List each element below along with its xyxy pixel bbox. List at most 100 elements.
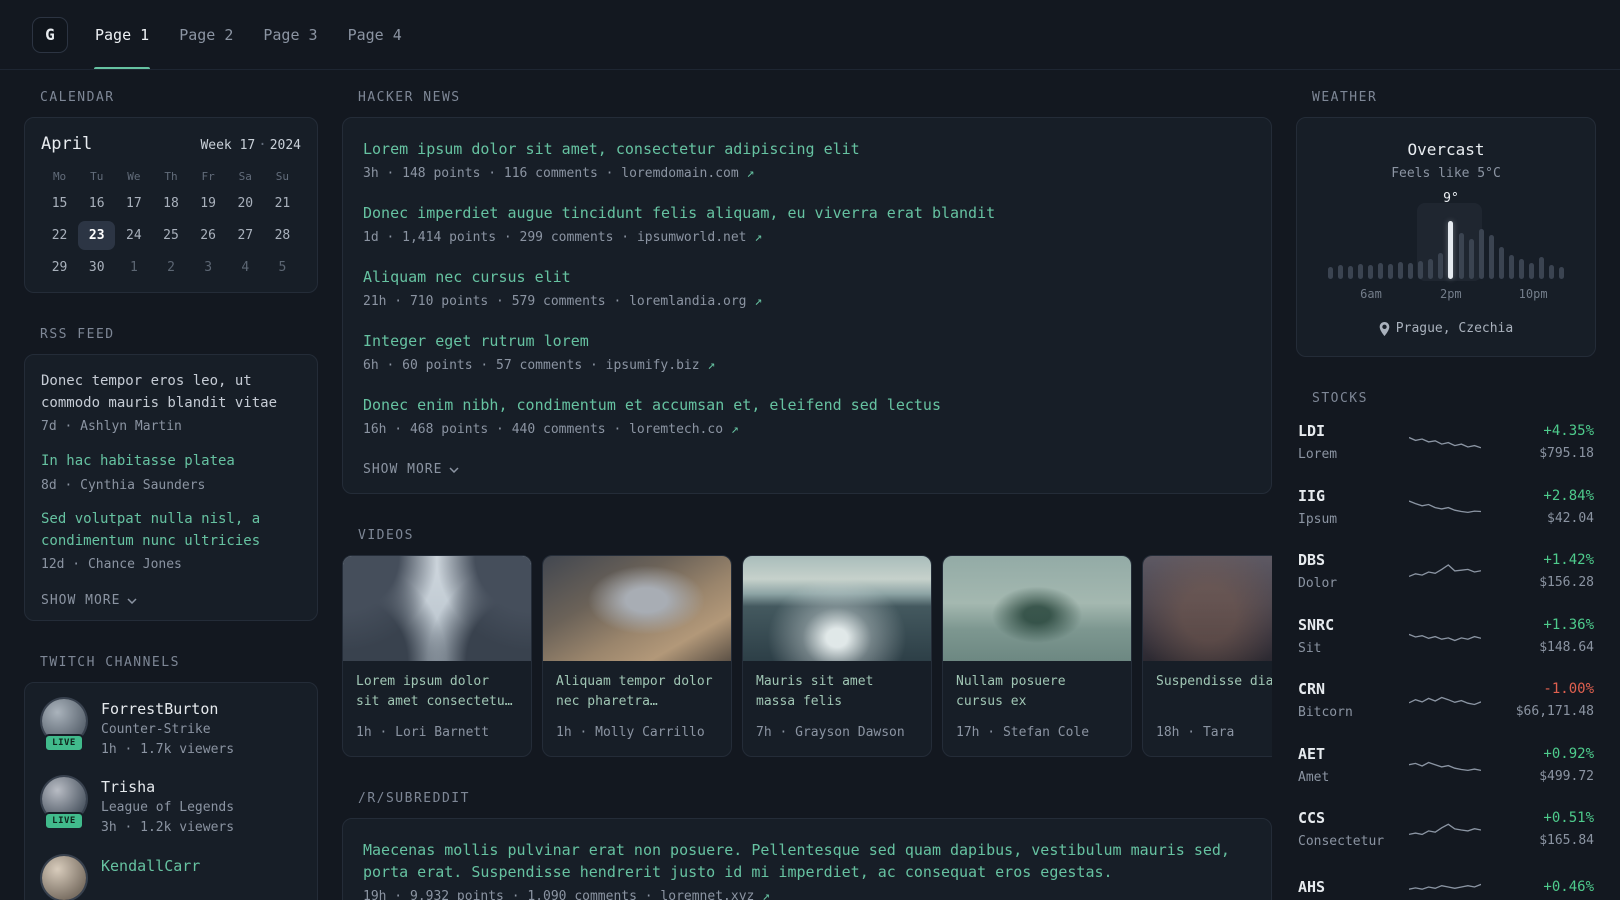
stock-sparkline bbox=[1392, 688, 1498, 714]
feed-post-meta-text: 19h · 9,932 points · 1,090 comments · bbox=[363, 888, 661, 900]
stock-symbol: CRN bbox=[1298, 680, 1326, 698]
video-meta: 1h · Molly Carrillo bbox=[556, 725, 705, 740]
stock-row[interactable]: SNRC Sit +1.36% $148.64 bbox=[1298, 616, 1594, 659]
video-title[interactable]: Lorem ipsum dolor sit amet consectetu… bbox=[356, 672, 518, 713]
twitch-channel-name[interactable]: KendallCarr bbox=[101, 857, 200, 875]
rss-card: Donec tempor eros leo, ut commodo mauris… bbox=[24, 354, 318, 621]
calendar-day: 28 bbox=[274, 228, 291, 243]
stock-row[interactable]: DBS Dolor +1.42% $156.28 bbox=[1298, 551, 1594, 594]
feed-post-domain[interactable]: loremtech.co ↗ bbox=[629, 422, 739, 437]
weather-bar bbox=[1396, 215, 1406, 279]
video-card[interactable]: Aliquam tempor dolor nec pharetra… 1h · M… bbox=[542, 555, 732, 757]
app-logo[interactable]: G bbox=[32, 16, 68, 53]
stock-change: +0.46% bbox=[1543, 878, 1594, 895]
video-card[interactable]: Lorem ipsum dolor sit amet consectetu… 1h… bbox=[342, 555, 532, 757]
weather-bar-fill bbox=[1388, 264, 1393, 279]
stock-change: +0.51% bbox=[1543, 810, 1594, 826]
subreddit-card: Maecenas mollis pulvinar erat non posuer… bbox=[342, 817, 1272, 900]
video-title[interactable]: Nullam posuere cursus ex bbox=[956, 672, 1118, 713]
stock-sparkline-chart bbox=[1409, 633, 1481, 641]
calendar-weekday: We bbox=[127, 170, 141, 183]
tab-page-3[interactable]: Page 3 bbox=[248, 0, 332, 69]
weather-bar bbox=[1486, 215, 1496, 279]
weather-bar-fill bbox=[1448, 221, 1454, 279]
calendar-header: April Week 17 · 2024 bbox=[41, 134, 301, 154]
calendar-weekday: Su bbox=[275, 170, 290, 183]
calendar-day: 22 bbox=[51, 228, 68, 243]
weather-bar-fill bbox=[1408, 263, 1414, 279]
page-content: CALENDAR April Week 17 · 2024 Mo Tu We Th Fr Sa… bbox=[0, 70, 1620, 900]
weather-bar bbox=[1456, 215, 1466, 279]
stock-row[interactable]: CRN Bitcorn -1.00% $66,171.48 bbox=[1298, 680, 1594, 723]
rss-item-title[interactable]: Sed volutpat nulla nisl, a condimentum n… bbox=[41, 509, 301, 552]
twitch-channel-name[interactable]: Trisha bbox=[101, 778, 234, 796]
rss-item-title[interactable]: Donec tempor eros leo, ut commodo mauris… bbox=[41, 371, 301, 414]
calendar-weekday: Fr bbox=[201, 170, 215, 183]
rss-item-title[interactable]: In hac habitasse platea bbox=[41, 451, 301, 473]
stock-symbol: LDI bbox=[1298, 422, 1326, 440]
feed-post-domain[interactable]: ipsumworld.net ↗ bbox=[637, 230, 762, 245]
video-card[interactable]: Nullam posuere cursus ex 17h · Stefan Col… bbox=[942, 555, 1132, 757]
show-more-label: SHOW MORE bbox=[363, 462, 443, 477]
hn-list: Lorem ipsum dolor sit amet, consectetur … bbox=[363, 138, 1251, 439]
calendar-day: 16 bbox=[88, 196, 105, 211]
tab-page-4[interactable]: Page 4 bbox=[333, 0, 417, 69]
feed-post-domain[interactable]: loremdomain.com ↗ bbox=[621, 166, 754, 181]
rss-show-more-button[interactable]: SHOW MORE bbox=[41, 593, 137, 608]
stock-info: IIG Ipsum bbox=[1298, 487, 1392, 530]
video-card[interactable]: Mauris sit amet massa felis 7h · Grayson … bbox=[742, 555, 932, 757]
weather-bar bbox=[1496, 215, 1506, 279]
video-title[interactable]: Suspendisse diam bbox=[1156, 672, 1272, 713]
feed-post-domain[interactable]: loremlandia.org ↗ bbox=[629, 294, 762, 309]
stock-price: $795.18 bbox=[1539, 446, 1594, 461]
feed-post-title[interactable]: Donec imperdiet augue tincidunt felis al… bbox=[363, 202, 1251, 225]
top-bar: G Page 1 Page 2 Page 3 Page 4 bbox=[0, 0, 1620, 70]
stock-name: Lorem bbox=[1298, 447, 1338, 462]
feed-post-domain[interactable]: loremnet.xyz ↗ bbox=[660, 889, 770, 900]
stock-row[interactable]: CCS Consectetur +0.51% $165.84 bbox=[1298, 809, 1594, 852]
weather-bar-fill bbox=[1398, 262, 1404, 279]
weather-bar bbox=[1506, 215, 1516, 279]
feed-post-domain[interactable]: ipsumify.biz ↗ bbox=[606, 358, 716, 373]
feed-post-meta: 1d · 1,414 points · 299 comments · ipsum… bbox=[363, 228, 1251, 248]
weather-bar-fill bbox=[1519, 259, 1525, 279]
stock-row[interactable]: AET Amet +0.92% $499.72 bbox=[1298, 745, 1594, 788]
stock-name: Consectetur bbox=[1298, 834, 1385, 849]
subreddit-list: Maecenas mollis pulvinar erat non posuer… bbox=[363, 839, 1251, 900]
stock-row[interactable]: AHS +0.46% bbox=[1298, 874, 1594, 900]
tab-page-2[interactable]: Page 2 bbox=[164, 0, 248, 69]
feed-post-title[interactable]: Maecenas mollis pulvinar erat non posuer… bbox=[363, 839, 1251, 884]
video-title[interactable]: Aliquam tempor dolor nec pharetra… bbox=[556, 672, 718, 713]
stock-row[interactable]: IIG Ipsum +2.84% $42.04 bbox=[1298, 487, 1594, 530]
feed-post-title[interactable]: Lorem ipsum dolor sit amet, consectetur … bbox=[363, 138, 1251, 161]
hn-show-more-button[interactable]: SHOW MORE bbox=[363, 462, 459, 477]
weather-bars: 9° bbox=[1325, 191, 1567, 279]
calendar-day: 3 bbox=[204, 260, 213, 275]
external-link-icon: ↗ bbox=[762, 888, 770, 900]
video-card-body: Lorem ipsum dolor sit amet consectetu… 1h… bbox=[343, 661, 531, 756]
twitch-channel-meta: 3h · 1.2k viewers bbox=[101, 820, 235, 836]
tab-page-1[interactable]: Page 1 bbox=[80, 0, 164, 69]
feed-post-title[interactable]: Donec enim nibh, condimentum et accumsan… bbox=[363, 394, 1251, 417]
stock-price: $165.84 bbox=[1539, 833, 1594, 848]
feed-post-title[interactable]: Aliquam nec cursus elit bbox=[363, 266, 1251, 289]
hackernews-section-title: HACKER NEWS bbox=[358, 90, 461, 105]
video-title[interactable]: Mauris sit amet massa felis bbox=[756, 672, 918, 713]
twitch-channel-name[interactable]: ForrestBurton bbox=[101, 700, 234, 718]
weather-bar-fill bbox=[1327, 267, 1333, 279]
weather-time-label: 6am bbox=[1360, 287, 1382, 301]
video-card-body: Suspendisse diam 18h · Tara bbox=[1143, 661, 1272, 756]
weather-card: Overcast Feels like 5°C 9° 6am 2pm 10pm Pr… bbox=[1296, 117, 1596, 357]
stock-sparkline-chart bbox=[1409, 500, 1481, 513]
weather-bar bbox=[1325, 215, 1335, 279]
feed-post-title[interactable]: Integer eget rutrum lorem bbox=[363, 330, 1251, 353]
stock-row[interactable]: LDI Lorem +4.35% $795.18 bbox=[1298, 422, 1594, 465]
calendar-day: 4 bbox=[241, 260, 250, 275]
chevron-down-icon bbox=[127, 598, 137, 604]
calendar-weekdays: Mo Tu We Th Fr Sa Su bbox=[41, 170, 301, 183]
calendar-day: 23 bbox=[78, 221, 116, 250]
stock-price: $42.04 bbox=[1547, 510, 1594, 526]
twitch-channel-meta: 1h · 1.7k viewers bbox=[101, 741, 235, 757]
stock-sparkline-chart bbox=[1409, 564, 1481, 578]
video-card[interactable]: Suspendisse diam 18h · Tara bbox=[1142, 555, 1272, 757]
